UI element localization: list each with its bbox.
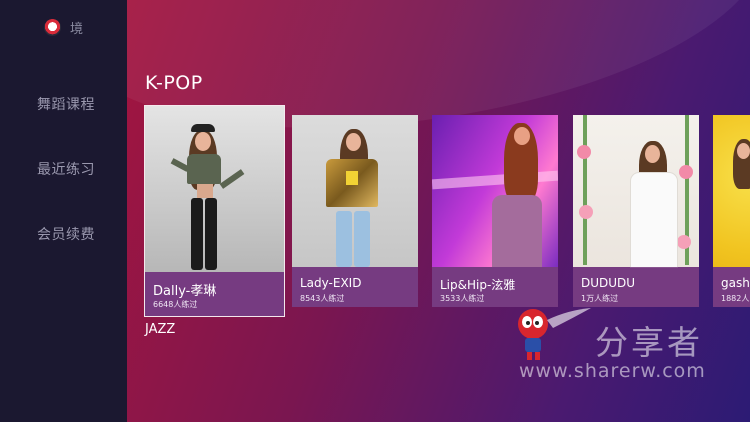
course-card[interactable]: Lady-EXID 8543人练过 [292, 115, 418, 307]
course-thumbnail [292, 115, 418, 267]
sidebar-item-recent-practice[interactable]: 最近练习 [37, 159, 95, 179]
section-title-kpop: K-POP [145, 72, 203, 94]
user-name: 境 [70, 22, 84, 37]
sidebar: 境 舞蹈课程 最近练习 会员续费 [0, 0, 127, 422]
watermark-brand: 分享者 [595, 323, 703, 362]
course-info: Dally-孝琳 6648人练过 [145, 272, 284, 316]
section-title-jazz: JAZZ [145, 322, 176, 337]
course-card[interactable]: DUDUDU 1万人练过 [573, 115, 699, 307]
course-practice-count: 6648人练过 [153, 300, 198, 309]
mascot-icon [518, 308, 591, 360]
course-info: DUDUDU 1万人练过 [573, 267, 699, 307]
course-practice-count: 8543人练过 [300, 294, 345, 303]
course-card[interactable]: Lip&Hip-泫雅 3533人练过 [432, 115, 558, 307]
course-title: Lady-EXID [300, 276, 362, 290]
course-title: DUDUDU [581, 276, 636, 290]
course-thumbnail [432, 115, 558, 267]
course-info: gashi 1882人 [713, 267, 750, 307]
course-title: gashi [721, 276, 750, 290]
course-card[interactable]: gashi 1882人 [713, 115, 750, 307]
watermark-url: www.sharerw.com [519, 360, 706, 382]
course-thumbnail [713, 115, 750, 267]
sidebar-item-membership-renewal[interactable]: 会员续费 [37, 224, 95, 244]
course-info: Lip&Hip-泫雅 3533人练过 [432, 267, 558, 307]
user-profile[interactable]: 境 [44, 18, 83, 37]
avatar [44, 19, 61, 36]
course-title: Lip&Hip-泫雅 [440, 278, 516, 292]
course-practice-count: 3533人练过 [440, 294, 485, 303]
sidebar-item-dance-courses[interactable]: 舞蹈课程 [37, 94, 95, 114]
course-thumbnail [573, 115, 699, 267]
course-thumbnail [145, 106, 284, 272]
watermark: 分享者 www.sharerw.com [513, 302, 733, 392]
course-card[interactable]: Dally-孝琳 6648人练过 [144, 105, 285, 317]
course-title: Dally-孝琳 [153, 284, 217, 299]
course-info: Lady-EXID 8543人练过 [292, 267, 418, 307]
